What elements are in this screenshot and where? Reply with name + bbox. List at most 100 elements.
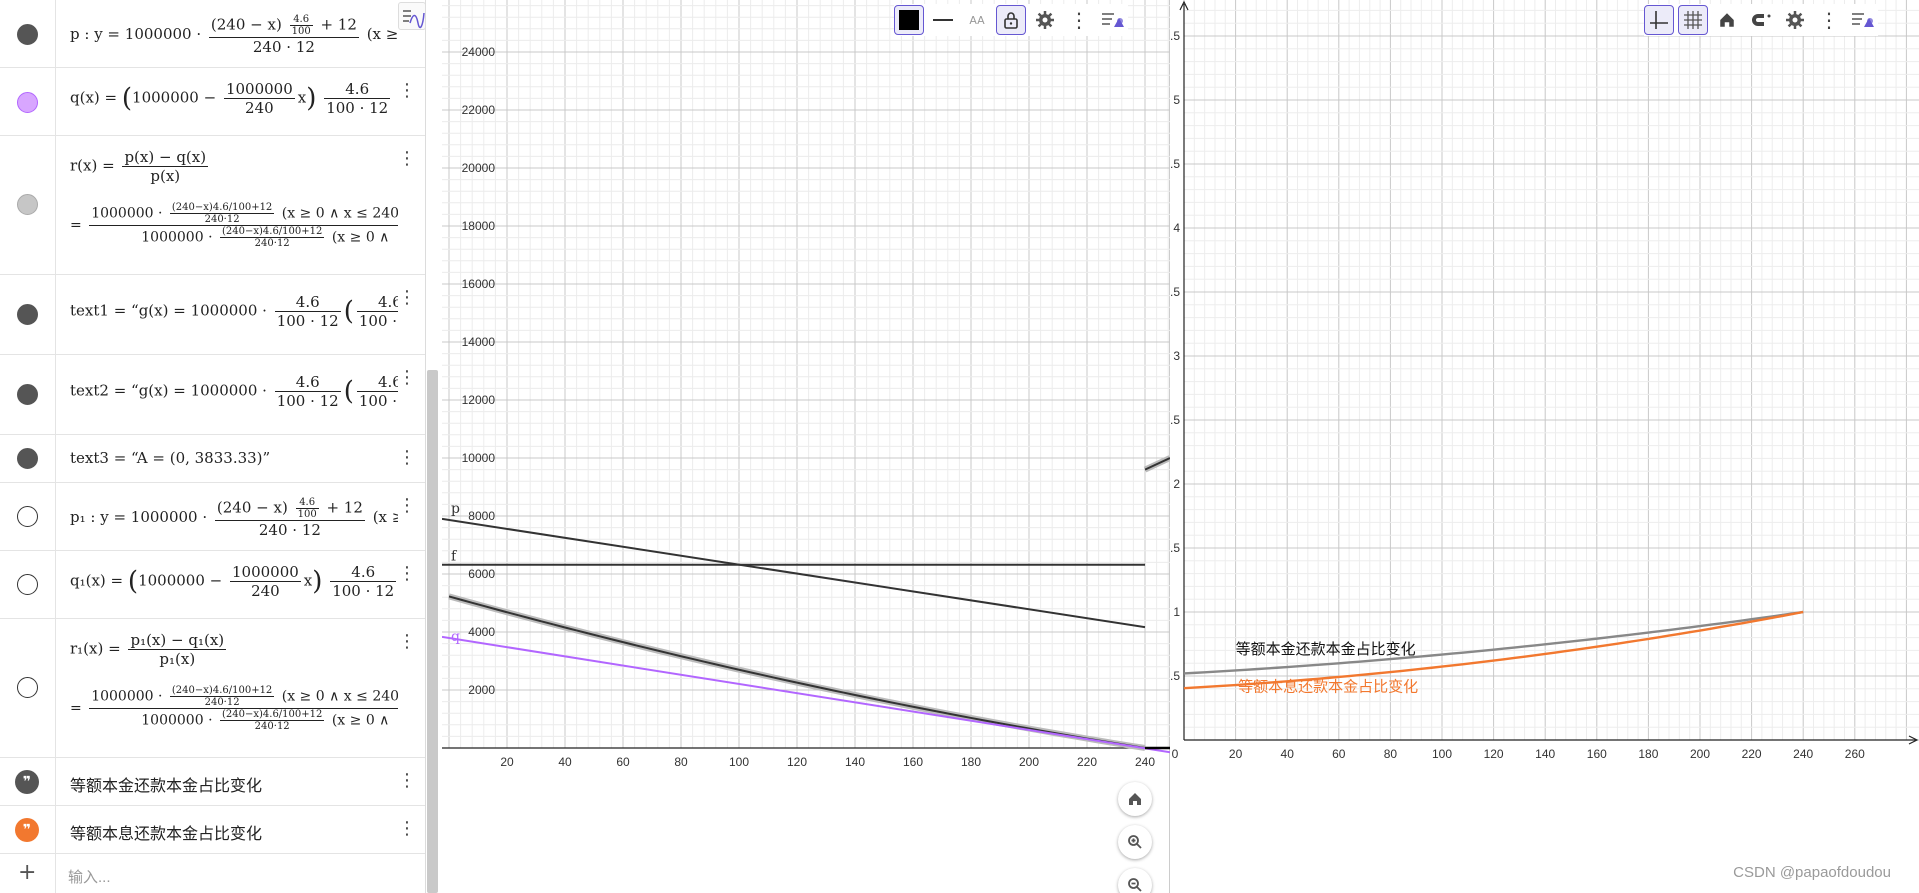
style-bar-toggle-2[interactable] [1848,5,1878,35]
more-options-icon[interactable]: ⋮ [398,497,416,515]
x-tick-label: 0 [1172,747,1179,761]
line-style-button[interactable] [928,5,958,35]
algebra-row-text3[interactable]: text3 = “A = (0, 3833.33)” ⋮ [0,435,425,483]
text-style-button[interactable]: AA [962,5,992,35]
expression-r-line2: = 1000000 · (240−x)4.6/100+12 240·12 (x ≥… [70,202,398,249]
algebra-row-label-principal[interactable]: ❞ 等额本金还款本金占比变化 ⋮ [0,758,425,806]
visibility-toggle[interactable] [17,506,38,527]
expr-text: 4.6 [274,373,341,392]
grid-toggle-button[interactable] [1678,5,1708,35]
visibility-toggle[interactable] [17,448,38,469]
more-options-icon[interactable]: ⋮ [398,633,416,651]
visibility-toggle[interactable] [17,92,38,113]
algebra-row-p1[interactable]: p₁ : y = 1000000 · (240 − x) 4.6 100 + 12… [0,483,425,551]
y-tick-label: 4000 [468,625,495,639]
home-view-button[interactable] [1712,5,1742,35]
expr-text: 240 [251,582,280,600]
geogebra-app: p : y = 1000000 · (240 − x) 4.6 100 + 12 2… [0,0,1919,893]
expr-text: p₁(x) [159,650,196,668]
fraction: (240−x)4.6/100+12 240·12 [219,226,325,249]
more-options-icon[interactable]: ⋮ [398,82,416,100]
more-options-icon[interactable]: ⋮ [398,449,416,467]
more-options-icon[interactable]: ⋮ [398,772,416,790]
more-options-icon[interactable]: ⋮ [398,820,416,838]
algebra-row-text1[interactable]: text1 = “g(x) = 1000000 · 4.6 100 · 12(4.… [0,275,425,355]
color-swatch-button[interactable] [894,5,924,35]
algebra-input[interactable]: 输入... [68,866,111,887]
settings-button[interactable] [1030,5,1060,35]
expr-text: 240·12 [254,721,290,732]
visibility-toggle[interactable] [17,574,38,595]
algebra-scrollbar[interactable] [427,370,438,893]
graphics-1-canvas[interactable]: 20 40 60 80 100 120 140 160 180 200 220 240 2000 4000… [441,0,1175,893]
expression-r1[interactable]: r₁(x) = p₁(x) − q₁(x) p₁(x) [70,631,398,668]
more-button-2[interactable]: ⋮ [1814,5,1844,35]
algebra-row-q[interactable]: q(x) = (1000000 − 1000000 240 x) 4.6 100 · … [0,68,425,136]
visibility-toggle[interactable] [17,304,38,325]
curve-segment [1144,457,1171,471]
visibility-toggle[interactable] [17,677,38,698]
more-options-icon[interactable]: ⋮ [398,369,416,387]
algebra-row-r[interactable]: r(x) = p(x) − q(x) p(x) = 1000000 · (240−… [0,136,425,275]
expr-text: 1000000 [223,80,295,99]
expression-text1[interactable]: text1 = “g(x) = 1000000 · 4.6 100 · 12(4.… [70,293,398,330]
expr-text: = [70,217,82,234]
text-item-label[interactable]: 等额本金还款本金占比变化 [70,772,262,796]
expr-text: = [70,700,82,717]
expression-q[interactable]: q(x) = (1000000 − 1000000 240 x) 4.6 100 · … [70,80,398,117]
lock-button[interactable] [996,5,1026,35]
home-button[interactable] [1118,782,1152,816]
y-tick-label: 4.5 [1171,157,1180,171]
algebra-row-label-annuity[interactable]: ❞ 等额本息还款本金占比变化 ⋮ [0,806,425,854]
expr-text: 4.6 [289,14,313,26]
more-options-icon[interactable]: ⋮ [398,150,416,168]
visibility-toggle[interactable] [17,24,38,45]
snap-button[interactable] [1746,5,1776,35]
algebra-row-text2[interactable]: text2 = “g(x) = 1000000 · 4.6 100 · 12(4.… [0,355,425,435]
expr-text: (x ≥ 0 ∧ x [372,508,398,526]
axes-toggle-button[interactable] [1644,5,1674,35]
quote-icon[interactable]: ❞ [15,770,39,794]
expression-q1[interactable]: q₁(x) = (1000000 − 1000000 240 x) 4.6 100 ·… [70,563,398,600]
x-tick-label: 160 [1587,747,1607,761]
fraction: 4.6100 · 12 [274,293,341,330]
algebra-input-row[interactable]: + 输入... [0,854,425,893]
plus-icon[interactable]: + [18,860,36,885]
fraction: (240−x)4.6/100+12 240·12 [219,709,325,732]
algebra-row-p[interactable]: p : y = 1000000 · (240 − x) 4.6 100 + 12 2… [0,0,425,68]
expression-p1[interactable]: p₁ : y = 1000000 · (240 − x) 4.6 100 + 12… [70,497,398,539]
expr-text: 1000000 · [141,229,213,246]
visibility-toggle[interactable] [17,194,38,215]
visibility-toggle[interactable] [17,384,38,405]
y-tick-label: 24000 [462,45,496,59]
text-item-label[interactable]: 等额本息还款本金占比变化 [70,820,262,844]
quote-icon[interactable]: ❞ [15,818,39,842]
expression-r[interactable]: r(x) = p(x) − q(x) p(x) [70,148,398,185]
graph-style-icon[interactable] [398,2,425,30]
more-options-icon[interactable]: ⋮ [398,289,416,307]
graphics-view-2[interactable]: 0 20 40 60 80 100 120 140 160 180 200 220 240 260 0.5 1… [1163,0,1919,893]
x-tick-label: 240 [1793,747,1813,761]
algebra-row-r1[interactable]: r₁(x) = p₁(x) − q₁(x) p₁(x) = 1000000 · (… [0,619,425,758]
more-options-icon[interactable]: ⋮ [398,565,416,583]
expression-text2[interactable]: text2 = “g(x) = 1000000 · 4.6 100 · 12(4.… [70,373,398,410]
graphics-2-canvas[interactable]: 0 20 40 60 80 100 120 140 160 180 200 220 240 260 0.5 1… [1163,0,1919,893]
style-bar-toggle[interactable] [1098,5,1128,35]
watermark: CSDN @papaofdoudou [1733,864,1891,881]
settings-button-2[interactable] [1780,5,1810,35]
expr-text: p₁(x) − q₁(x) [128,631,227,650]
expr-text: (240−x) [171,685,213,696]
expression-text3[interactable]: text3 = “A = (0, 3833.33)” [70,449,398,467]
graphics-view-1[interactable]: 20 40 60 80 100 120 140 160 180 200 220 240 2000 4000… [441,0,1175,893]
expression-p[interactable]: p : y = 1000000 · (240 − x) 4.6 100 + 12 2… [70,14,398,56]
zoom-in-button[interactable] [1118,825,1152,859]
expr-text: (x ≥ 0 ∧ x ≤ 240) − (1 [281,205,398,222]
expr-text: 100 · 12 [276,312,339,330]
fraction: (240 − x) 4.6 100 + 12 240 · 12 [214,497,365,539]
y-tick-label: 1 [1173,605,1180,619]
x-tick-label: 60 [1332,747,1346,761]
expr-text: 100 [297,509,317,520]
algebra-row-q1[interactable]: q₁(x) = (1000000 − 1000000 240 x) 4.6 100 ·… [0,551,425,619]
more-button[interactable]: ⋮ [1064,5,1094,35]
zoom-out-icon [1128,878,1142,892]
